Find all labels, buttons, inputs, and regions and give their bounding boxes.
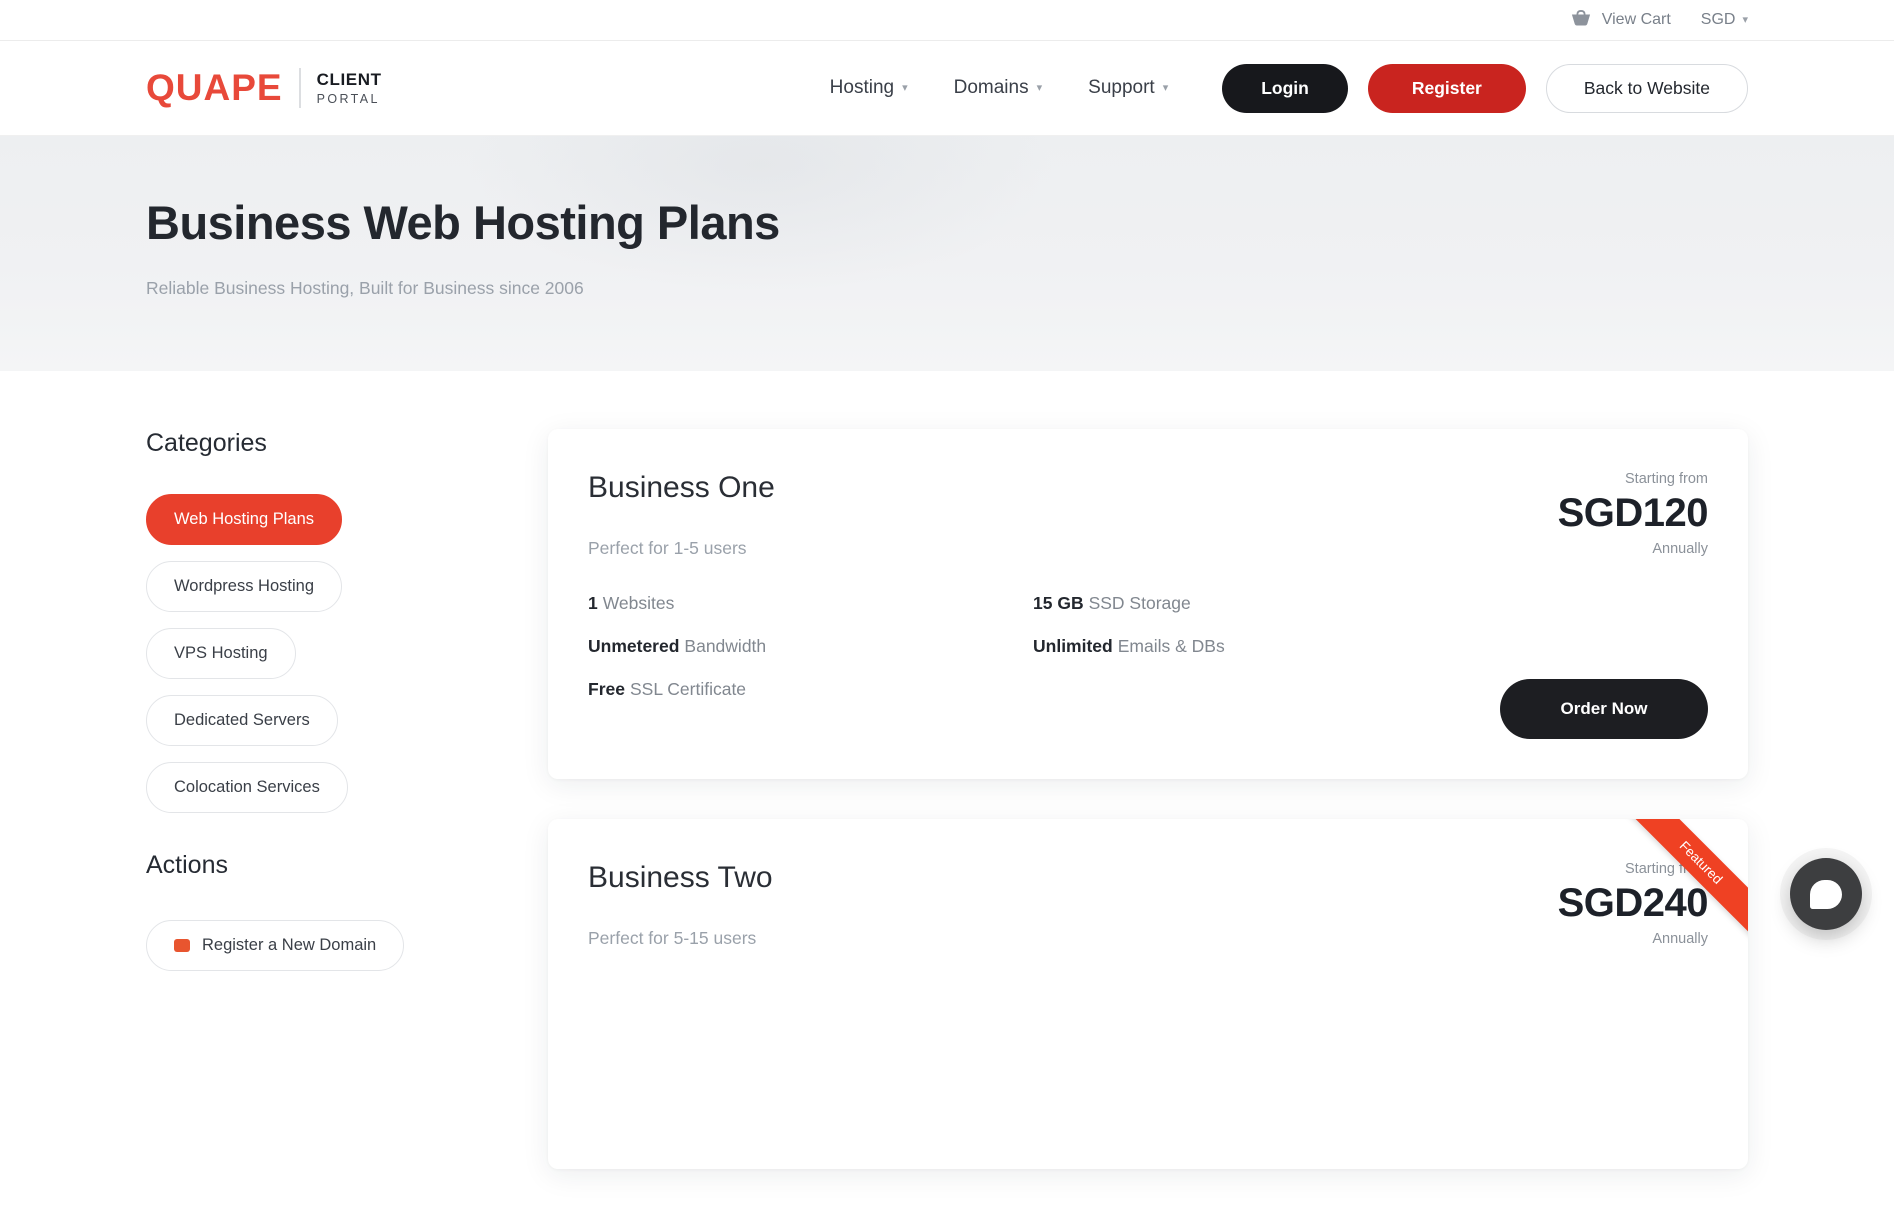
- category-list: Web Hosting Plans Wordpress Hosting VPS …: [146, 494, 446, 813]
- chat-bubble-icon: [1810, 880, 1842, 909]
- chevron-down-icon: ▾: [1037, 83, 1043, 94]
- category-pill[interactable]: Web Hosting Plans: [146, 494, 342, 545]
- feature-label: Bandwidth: [684, 636, 766, 656]
- categories-heading: Categories: [146, 429, 446, 458]
- plan-description: Perfect for 1-5 users: [588, 538, 1490, 559]
- feature-label: Websites: [603, 593, 675, 613]
- category-pill[interactable]: Wordpress Hosting: [146, 561, 342, 612]
- nav-menu-item[interactable]: Support ▾: [1088, 77, 1168, 99]
- feature-value: Free: [588, 679, 625, 699]
- view-cart-link[interactable]: View Cart: [1570, 10, 1671, 30]
- plan-features: 1Websites 15 GBSSD Storage UnmeteredBand…: [588, 593, 1490, 700]
- plan-name: Business Two: [588, 861, 1490, 895]
- back-to-website-button[interactable]: Back to Website: [1546, 64, 1748, 113]
- plan-feature: 1Websites: [588, 593, 1033, 614]
- feature-label: Emails & DBs: [1118, 636, 1225, 656]
- plan-feature: UnmeteredBandwidth: [588, 636, 1033, 657]
- category-pill[interactable]: Colocation Services: [146, 762, 348, 813]
- topbar: View Cart SGD ▾: [0, 0, 1894, 41]
- action-pill[interactable]: Register a New Domain: [146, 920, 404, 971]
- content: Categories Web Hosting Plans Wordpress H…: [0, 371, 1894, 1209]
- nav-menu-label: Support: [1088, 77, 1155, 99]
- feature-value: 1: [588, 593, 598, 613]
- plan-price: SGD120: [1558, 491, 1708, 535]
- actions-heading: Actions: [146, 851, 446, 880]
- nav-menu-item[interactable]: Domains ▾: [954, 77, 1043, 99]
- feature-label: SSL Certificate: [630, 679, 746, 699]
- nav-menu-item[interactable]: Hosting ▾: [830, 77, 908, 99]
- plan-list: Business One Perfect for 1-5 users 1Webs…: [548, 429, 1748, 1209]
- plan-pricing: Starting from SGD240 Annually: [1490, 861, 1708, 1129]
- page-subtitle: Reliable Business Hosting, Built for Bus…: [146, 278, 1748, 299]
- domain-icon: [174, 939, 190, 952]
- category-pill[interactable]: VPS Hosting: [146, 628, 296, 679]
- logo-subtitle: CLIENT PORTAL: [317, 70, 382, 106]
- plan-card: Business One Perfect for 1-5 users 1Webs…: [548, 429, 1748, 779]
- plan-pricing: Starting from SGD120 Annually Order Now: [1490, 471, 1708, 739]
- brand-logo-text: QUAPE: [146, 67, 283, 109]
- chat-launcher-button[interactable]: [1790, 858, 1862, 930]
- feature-value: 15 GB: [1033, 593, 1084, 613]
- plan-description: Perfect for 5-15 users: [588, 928, 1490, 949]
- sidebar: Categories Web Hosting Plans Wordpress H…: [146, 429, 446, 971]
- category-pill[interactable]: Dedicated Servers: [146, 695, 338, 746]
- chevron-down-icon: ▾: [902, 83, 908, 94]
- plan-details: Business Two Perfect for 5-15 users: [588, 861, 1490, 1129]
- plan-card: Featured Business Two Perfect for 5-15 u…: [548, 819, 1748, 1169]
- order-now-button[interactable]: Order Now: [1500, 679, 1708, 739]
- page-title: Business Web Hosting Plans: [146, 195, 1748, 250]
- hero-banner: Business Web Hosting Plans Reliable Busi…: [0, 135, 1894, 371]
- plan-price: SGD240: [1558, 881, 1708, 925]
- cart-icon: [1570, 10, 1592, 30]
- login-button[interactable]: Login: [1222, 64, 1348, 113]
- billing-cycle-label: Annually: [1652, 541, 1708, 557]
- feature-label: SSD Storage: [1089, 593, 1191, 613]
- view-cart-label: View Cart: [1602, 11, 1671, 29]
- category-label: VPS Hosting: [174, 644, 268, 663]
- currency-selector[interactable]: SGD ▾: [1701, 11, 1748, 29]
- feature-value: Unlimited: [1033, 636, 1113, 656]
- action-label: Register a New Domain: [202, 936, 376, 955]
- billing-cycle-label: Annually: [1652, 931, 1708, 947]
- plan-details: Business One Perfect for 1-5 users 1Webs…: [588, 471, 1490, 739]
- register-button[interactable]: Register: [1368, 64, 1526, 113]
- feature-value: Unmetered: [588, 636, 679, 656]
- plan-feature: UnlimitedEmails & DBs: [1033, 636, 1490, 657]
- chevron-down-icon: ▾: [1163, 83, 1169, 94]
- nav-menu-label: Hosting: [830, 77, 894, 99]
- action-list: Register a New Domain: [146, 920, 446, 971]
- starting-from-label: Starting from: [1625, 471, 1708, 487]
- currency-value: SGD: [1701, 11, 1736, 29]
- logo-line2: PORTAL: [317, 92, 382, 106]
- logo-line1: CLIENT: [317, 70, 382, 90]
- chevron-down-icon: ▾: [1742, 15, 1748, 26]
- category-label: Dedicated Servers: [174, 711, 310, 730]
- plan-feature: 15 GBSSD Storage: [1033, 593, 1490, 614]
- header: QUAPE CLIENT PORTAL Hosting ▾ Domains ▾ …: [0, 41, 1894, 135]
- logo-divider: [299, 68, 301, 108]
- category-label: Colocation Services: [174, 778, 320, 797]
- nav-menu-label: Domains: [954, 77, 1029, 99]
- plan-feature: FreeSSL Certificate: [588, 679, 1033, 700]
- header-buttons: Login Register Back to Website: [1222, 64, 1748, 113]
- plan-name: Business One: [588, 471, 1490, 505]
- category-label: Wordpress Hosting: [174, 577, 314, 596]
- logo[interactable]: QUAPE CLIENT PORTAL: [146, 67, 382, 109]
- category-label: Web Hosting Plans: [174, 510, 314, 529]
- main-nav: Hosting ▾ Domains ▾ Support ▾: [830, 77, 1169, 99]
